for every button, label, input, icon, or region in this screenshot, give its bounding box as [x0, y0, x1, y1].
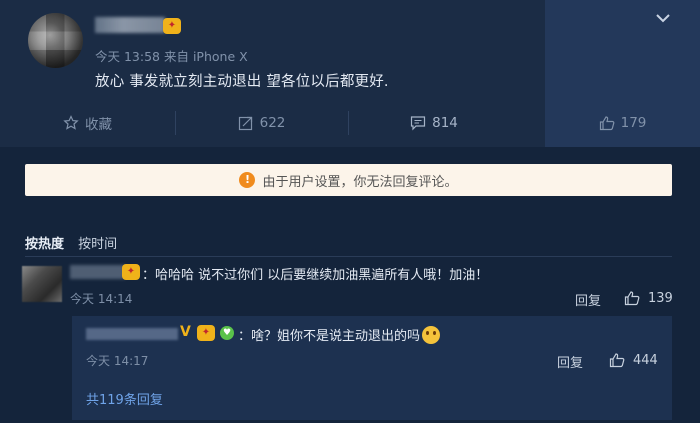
more-replies-link[interactable]: 共119条回复 [86, 389, 163, 408]
sub-reply-text-content: ：啥？姐你不是说主动退出的吗 [238, 329, 421, 344]
reply-restricted-notice: ! 由于用户设置，你无法回复评论。 [25, 164, 672, 196]
comment-time: 今天 14:14 [70, 292, 133, 306]
sub-reply-reply-button[interactable]: 回复 [557, 352, 583, 371]
comment-text: ：哈哈哈 说不过你们 以后要继续加油黑遍所有人哦！加油！ [142, 268, 489, 283]
comment-icon [411, 116, 426, 131]
comment-reply-button[interactable]: 回复 [575, 290, 601, 309]
sub-reply-like-button[interactable]: 444 [609, 352, 658, 368]
author-avatar[interactable] [28, 13, 83, 68]
comment-like-button[interactable]: 139 [624, 290, 673, 306]
warning-icon: ! [239, 172, 256, 188]
member-badge-icon: ✦ [163, 18, 181, 34]
thumbs-up-icon [624, 291, 640, 306]
comment-sort-tabs: 按热度 按时间 [25, 233, 127, 252]
like-button[interactable]: 179 [545, 103, 700, 143]
surprised-emoji-icon [422, 326, 441, 344]
member-badge-icon: ✦ [197, 325, 215, 341]
tab-sort-by-hot[interactable]: 按热度 [25, 237, 64, 252]
member-badge-icon: ✦ [122, 264, 140, 280]
comment-count: 814 [432, 115, 458, 131]
notice-text: 由于用户设置，你无法回复评论。 [262, 174, 458, 190]
sub-reply-panel: V ✦ ♥ ：啥？姐你不是说主动退出的吗 今天 14:17 回复 444 共11… [72, 316, 672, 420]
comment-like-count: 139 [648, 290, 673, 306]
favorite-label: 收藏 [85, 117, 112, 133]
thumbs-up-icon [599, 116, 614, 131]
comment-button[interactable]: 814 [348, 103, 520, 143]
post-action-bar: 收藏 622 814 179 [0, 103, 700, 143]
verified-v-icon: V [180, 324, 191, 340]
favorite-button[interactable]: 收藏 [0, 103, 175, 143]
commenter-avatar[interactable] [22, 266, 62, 302]
repost-icon [238, 116, 252, 131]
star-icon [63, 115, 79, 130]
post-text: 放心 事发就立刻主动退出 望各位以后都更好. [95, 74, 389, 90]
sub-reply-text: ：啥？姐你不是说主动退出的吗 [238, 325, 441, 344]
thumbs-up-icon [609, 353, 625, 368]
chevron-down-icon[interactable] [654, 10, 672, 24]
author-name-redacted[interactable] [95, 17, 165, 33]
like-count: 179 [620, 115, 647, 131]
commenter-name-redacted[interactable] [70, 265, 125, 279]
heart-badge-icon: ♥ [220, 326, 234, 340]
post-meta: 今天 13:58 来自 iPhone X [95, 49, 248, 64]
sub-reply-time: 今天 14:17 [86, 354, 149, 368]
repost-count: 622 [259, 115, 286, 131]
tab-sort-by-time[interactable]: 按时间 [78, 237, 117, 252]
replier-name-redacted[interactable] [86, 328, 178, 340]
sub-reply-like-count: 444 [633, 352, 658, 368]
divider [25, 256, 672, 257]
repost-button[interactable]: 622 [175, 103, 348, 143]
